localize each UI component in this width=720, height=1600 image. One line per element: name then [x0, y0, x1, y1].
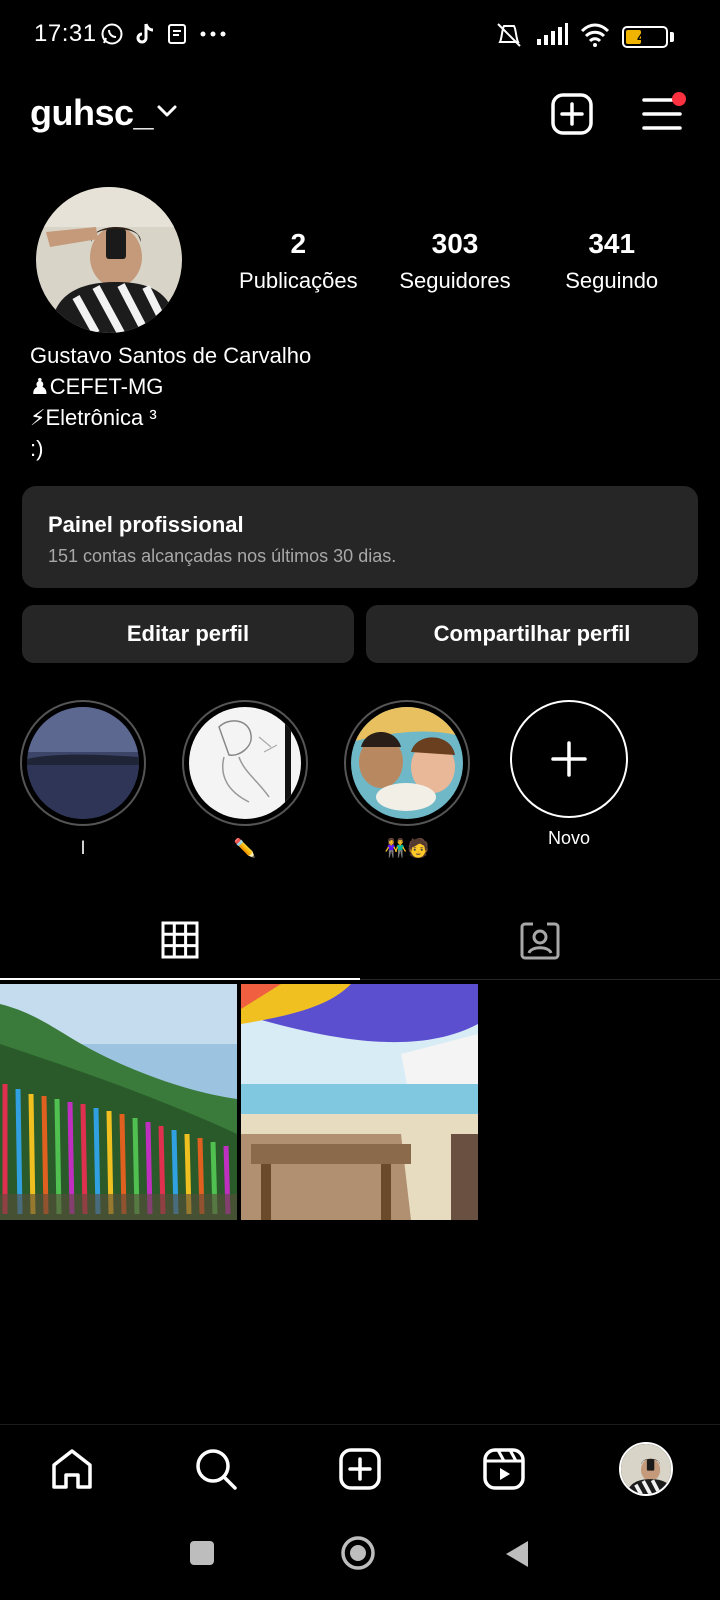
battery-nub [670, 32, 674, 42]
edit-profile-button[interactable]: Editar perfil [22, 605, 354, 663]
bottom-navigation [0, 1424, 720, 1514]
bio-line: ♟CEFET-MG [30, 374, 164, 399]
create-icon [339, 1448, 381, 1490]
profile-tabs [0, 900, 720, 980]
nav-create[interactable] [336, 1445, 384, 1493]
highlight-label: ✏️ [233, 838, 257, 858]
battery-level: 40 [637, 29, 653, 45]
avatar-photo [36, 187, 182, 333]
highlight-label: Novo [547, 828, 591, 848]
stat-followers[interactable]: 303 Seguidores [377, 228, 534, 294]
tab-indicator [0, 978, 360, 980]
dashboard-subtitle: 151 contas alcançadas nos últimos 30 dia… [48, 546, 397, 566]
vibrate-off-icon [497, 23, 521, 47]
highlight-ring [344, 700, 470, 826]
home-icon [52, 1449, 92, 1489]
post-thumbnail[interactable] [241, 984, 478, 1220]
highlight-cover [189, 707, 301, 819]
story-highlights: l ✏️ 👫🧑 Novo [20, 700, 632, 859]
highlight-label: 👫🧑 [384, 838, 430, 858]
profile-name: Gustavo Santos de Carvalho [30, 343, 312, 368]
dashboard-title: Painel profissional [48, 512, 244, 537]
signal-icon [537, 23, 568, 45]
search-icon [196, 1449, 237, 1490]
highlight-item[interactable]: 👫🧑 [344, 700, 470, 859]
whatsapp-icon [101, 23, 123, 45]
professional-dashboard[interactable]: Painel profissional 151 contas alcançada… [22, 486, 698, 588]
nav-reels[interactable] [480, 1445, 528, 1493]
stat-label: Seguindo [565, 268, 659, 293]
stat-label: Publicações [239, 268, 358, 293]
tab-posts-grid[interactable] [0, 900, 360, 980]
profile-bio: Gustavo Santos de Carvalho ♟CEFET-MG ⚡El… [30, 340, 311, 464]
highlight-label: l [81, 838, 85, 858]
status-time: 17:31 [34, 20, 97, 47]
new-highlight[interactable]: Novo [506, 700, 632, 859]
highlight-cover [27, 707, 139, 819]
bio-line: ⚡Eletrônica ³ [30, 405, 157, 430]
tiktok-icon [136, 23, 154, 44]
home-system-button[interactable] [340, 1535, 376, 1571]
username[interactable]: guhsc_ [30, 92, 154, 134]
status-system-icons [494, 22, 610, 48]
clipboard-icon [168, 24, 186, 44]
recents-button[interactable] [188, 1539, 216, 1567]
highlight-item[interactable]: ✏️ [182, 700, 308, 859]
nav-search[interactable] [192, 1445, 240, 1493]
stat-posts[interactable]: 2 Publicações [220, 228, 377, 294]
status-notification-icons [100, 22, 228, 46]
share-profile-button[interactable]: Compartilhar perfil [366, 605, 698, 663]
tagged-icon [520, 922, 560, 960]
post-thumbnail[interactable] [0, 984, 237, 1220]
status-bar: 17:31 40 [0, 0, 720, 72]
reels-icon [483, 1448, 525, 1490]
wifi-icon [580, 23, 610, 47]
stat-following[interactable]: 341 Seguindo [533, 228, 690, 294]
back-button[interactable] [502, 1539, 530, 1569]
new-post-button[interactable] [550, 92, 594, 136]
stat-value: 2 [290, 228, 307, 259]
profile-stats: 2 Publicações 303 Seguidores 341 Seguind… [220, 228, 690, 294]
notification-dot [672, 92, 686, 106]
highlight-ring [182, 700, 308, 826]
stat-label: Seguidores [399, 268, 511, 293]
nav-profile[interactable] [618, 1441, 674, 1497]
grid-icon [161, 921, 199, 959]
stat-value: 303 [431, 228, 479, 259]
nav-home[interactable] [48, 1445, 96, 1493]
profile-avatar-small [619, 1442, 673, 1496]
tab-tagged[interactable] [360, 900, 720, 980]
profile-header: guhsc_ [0, 80, 720, 150]
stat-value: 341 [588, 228, 636, 259]
plus-icon [551, 741, 587, 777]
chevron-down-icon[interactable] [156, 104, 178, 118]
highlight-item[interactable]: l [20, 700, 146, 859]
highlight-ring [20, 700, 146, 826]
profile-avatar[interactable] [36, 187, 182, 333]
battery-icon: 40 [622, 26, 668, 48]
bio-line: :) [30, 436, 44, 461]
system-navigation [0, 1515, 720, 1600]
more-dots-icon [200, 31, 226, 37]
new-highlight-circle [510, 700, 628, 818]
posts-grid [0, 984, 478, 1220]
highlight-cover [351, 707, 463, 819]
profile-actions: Editar perfil Compartilhar perfil [22, 605, 698, 663]
